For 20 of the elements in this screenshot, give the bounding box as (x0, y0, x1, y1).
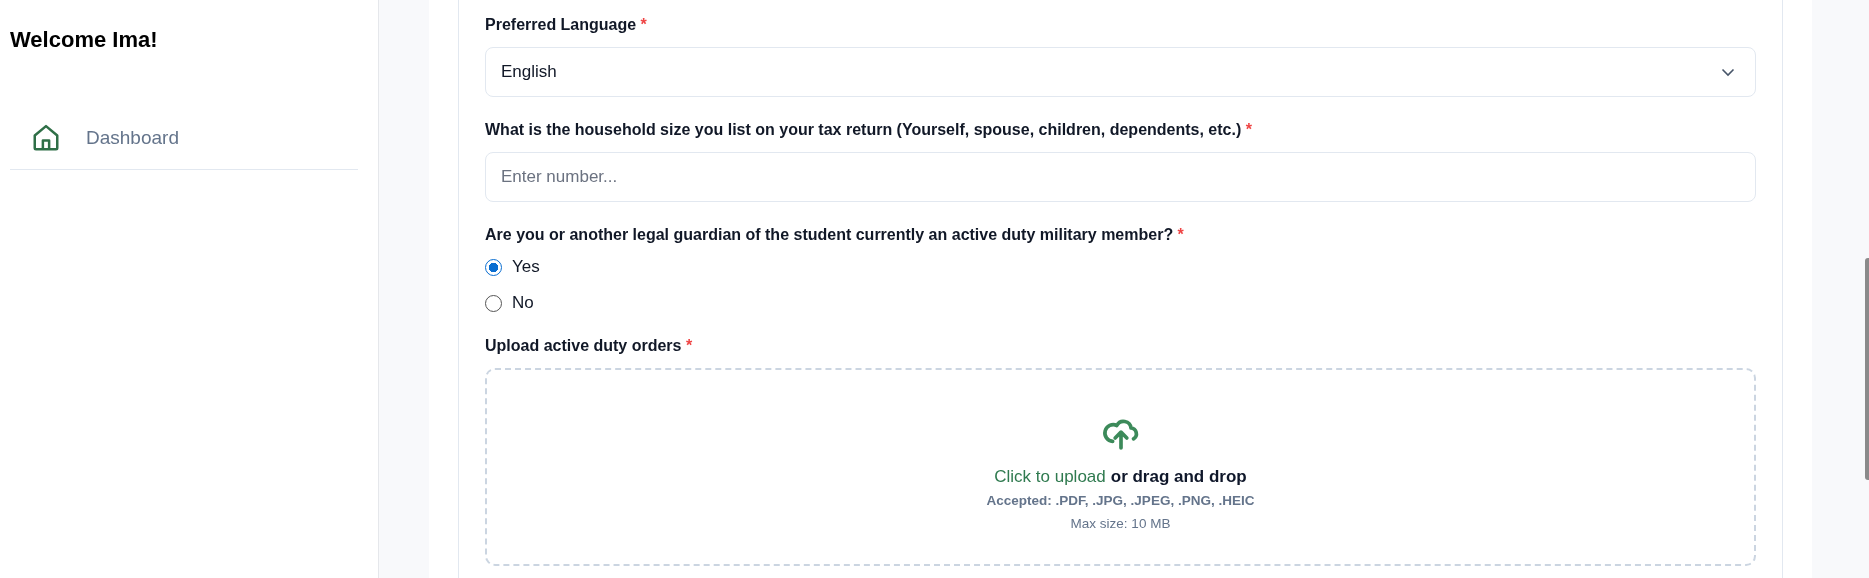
radio-label: No (512, 293, 534, 313)
welcome-heading: Welcome Ima! (10, 27, 159, 53)
field-label: Are you or another legal guardian of the student currently an active duty military member? * (485, 226, 1185, 244)
number-input[interactable]: Enter number... (485, 152, 1756, 202)
home-icon (31, 123, 61, 153)
accepted-formats: Accepted: .PDF, .JPG, .JPEG, .PNG, .HEIC (986, 493, 1255, 508)
field-label: Upload active duty orders * (485, 337, 694, 355)
language-select[interactable]: English (485, 47, 1756, 97)
max-size: Max size: 10 MB (1070, 516, 1171, 531)
radio-button[interactable] (485, 294, 502, 312)
radio-button[interactable] (485, 258, 502, 276)
radio-label: Yes (512, 257, 540, 277)
drag-drop-text: or drag and drop (1110, 467, 1247, 487)
nav-item[interactable]: Dashboard (10, 113, 358, 169)
upload-link[interactable]: Click to upload (994, 467, 1106, 487)
upload-dropzone[interactable]: Click to upload or drag and drop Accepted: .PDF, .JPG, .JPEG, .PNG, .HEIC Max size: 10 MB (485, 368, 1756, 566)
field-label: What is the household size you list on your tax return (Yourself, spouse, children, dependents, etc.) * (485, 121, 1253, 139)
field-label: Preferred Language * (485, 16, 648, 34)
chevron-down-icon (1721, 67, 1735, 77)
scrollbar[interactable] (1865, 258, 1869, 480)
